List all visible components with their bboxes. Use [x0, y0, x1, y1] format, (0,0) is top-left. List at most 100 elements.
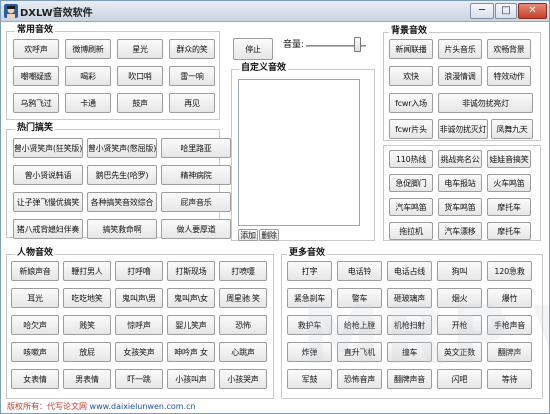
common-button-3[interactable]: 星光 [117, 39, 163, 59]
people-button-2[interactable]: 鞭打男人 [63, 261, 111, 281]
common-button-11[interactable]: 鼓声 [117, 93, 163, 113]
people-button-12[interactable]: 贱笑 [63, 315, 111, 335]
minimize-button[interactable]: ─ [470, 3, 494, 19]
more-button-24[interactable]: 闪吧 [437, 369, 482, 389]
funny-button-1[interactable]: 曾小贤笑声(狂笑版) [13, 138, 83, 158]
common-button-8[interactable]: 雷一响 [169, 66, 215, 86]
more-button-25[interactable]: 等待 [487, 369, 532, 389]
more-button-3[interactable]: 电话占线 [387, 261, 432, 281]
people-button-21[interactable]: 女表情 [11, 369, 59, 389]
background-button-8[interactable]: 非诚勿扰亮灯 [438, 93, 533, 113]
effects-button-10[interactable]: 拖拉机 [389, 222, 433, 240]
copyright-url[interactable]: www.daixielunwen.com.cn [90, 402, 196, 411]
funny-button-10[interactable]: 猪八戒背媳妇伴奏 [13, 219, 83, 239]
more-button-23[interactable]: 翻牌声音 [387, 369, 432, 389]
people-button-6[interactable]: 耳光 [11, 288, 59, 308]
common-button-10[interactable]: 卡通 [65, 93, 111, 113]
maximize-button[interactable]: □ [495, 3, 517, 19]
funny-button-9[interactable]: 屁声音乐 [161, 192, 231, 212]
more-button-5[interactable]: 120急救 [487, 261, 532, 281]
background-button-6[interactable]: 特效动作 [487, 66, 531, 86]
effects-button-12[interactable]: 摩托车 [487, 222, 531, 240]
effects-button-5[interactable]: 电车报站 [438, 174, 482, 192]
more-button-11[interactable]: 救护车 [287, 315, 332, 335]
background-button-10[interactable]: 非诚勿扰灭灯 [438, 119, 488, 139]
effects-button-2[interactable]: 挑战亮名公 [438, 150, 482, 168]
people-button-15[interactable]: 恐怖 [219, 315, 267, 335]
more-button-2[interactable]: 电话铃 [337, 261, 382, 281]
more-button-7[interactable]: 警车 [337, 288, 382, 308]
people-button-8[interactable]: 鬼叫声\男 [115, 288, 163, 308]
people-button-13[interactable]: 惊呼声 [115, 315, 163, 335]
more-button-16[interactable]: 炸弹 [287, 342, 332, 362]
funny-button-7[interactable]: 让子弹飞慢优搞笑 [13, 192, 83, 212]
people-button-7[interactable]: 吃吃地笑 [63, 288, 111, 308]
more-button-19[interactable]: 英文正数 [437, 342, 482, 362]
people-button-18[interactable]: 女孩笑声 [115, 342, 163, 362]
common-button-7[interactable]: 吹口哨 [117, 66, 163, 86]
more-button-10[interactable]: 爆竹 [487, 288, 532, 308]
people-button-5[interactable]: 打喷嚏 [219, 261, 267, 281]
effects-button-8[interactable]: 货车鸣笛 [438, 198, 482, 216]
common-button-5[interactable]: 嘲嘲疑惑 [13, 66, 59, 86]
funny-button-12[interactable]: 做人要厚道 [161, 219, 231, 239]
close-button[interactable]: ✕ [518, 3, 547, 19]
effects-button-6[interactable]: 火车鸣笛 [487, 174, 531, 192]
common-button-1[interactable]: 欢呼声 [13, 39, 59, 59]
funny-button-11[interactable]: 搞笑救命啊 [87, 219, 157, 239]
background-button-5[interactable]: 浪漫情调 [438, 66, 482, 86]
delete-custom-button[interactable]: 删除 [259, 229, 279, 241]
more-button-8[interactable]: 砸玻璃声 [387, 288, 432, 308]
people-button-19[interactable]: 呻吟声 女 [167, 342, 215, 362]
add-custom-button[interactable]: 添加 [238, 229, 258, 241]
more-button-18[interactable]: 撞车 [387, 342, 432, 362]
more-button-21[interactable]: 军鼓 [287, 369, 332, 389]
background-button-3[interactable]: 欢畅背景 [487, 39, 531, 59]
people-button-14[interactable]: 婴儿笑声 [167, 315, 215, 335]
people-button-4[interactable]: 打斯现场 [167, 261, 215, 281]
people-button-24[interactable]: 小孩叫声 [167, 369, 215, 389]
funny-button-3[interactable]: 哈里路亚 [161, 138, 231, 158]
funny-button-6[interactable]: 精神病院 [161, 165, 231, 185]
custom-sounds-list[interactable] [238, 79, 360, 226]
background-button-9[interactable]: fcwr片头 [389, 119, 433, 139]
effects-button-1[interactable]: 110热线 [389, 150, 433, 168]
stop-button[interactable]: 停止 [233, 38, 273, 60]
background-button-4[interactable]: 欢快 [389, 66, 433, 86]
more-button-13[interactable]: 机枪扫射 [387, 315, 432, 335]
people-button-3[interactable]: 打呼噜 [115, 261, 163, 281]
more-button-4[interactable]: 狗叫 [437, 261, 482, 281]
funny-button-5[interactable]: 鹅巴先生(哈罗) [87, 165, 157, 185]
people-button-11[interactable]: 哈欠声 [11, 315, 59, 335]
people-button-17[interactable]: 放屁 [63, 342, 111, 362]
more-button-22[interactable]: 恐怖音声 [337, 369, 382, 389]
effects-button-9[interactable]: 摩托车 [487, 198, 531, 216]
more-button-9[interactable]: 烟火 [437, 288, 482, 308]
people-button-23[interactable]: 吓一跳 [115, 369, 163, 389]
effects-button-4[interactable]: 急促脚门 [389, 174, 433, 192]
common-button-12[interactable]: 再见 [169, 93, 215, 113]
background-button-1[interactable]: 新闻联播 [389, 39, 433, 59]
more-button-15[interactable]: 手枪声音 [487, 315, 532, 335]
people-button-1[interactable]: 新娘声音 [11, 261, 59, 281]
people-button-9[interactable]: 鬼叫声\女 [167, 288, 215, 308]
background-button-2[interactable]: 片头音乐 [438, 39, 482, 59]
funny-button-4[interactable]: 曾小贤说韩语 [13, 165, 83, 185]
common-button-4[interactable]: 群众的笑 [169, 39, 215, 59]
people-button-16[interactable]: 咳嗽声 [11, 342, 59, 362]
people-button-20[interactable]: 心跳声 [219, 342, 267, 362]
common-button-9[interactable]: 乌鸦飞过 [13, 93, 59, 113]
more-button-14[interactable]: 开枪 [437, 315, 482, 335]
background-button-7[interactable]: fcwr入场 [389, 93, 433, 113]
more-button-12[interactable]: 给枪上膛 [337, 315, 382, 335]
volume-slider-thumb[interactable] [354, 37, 361, 52]
more-button-17[interactable]: 直升飞机 [337, 342, 382, 362]
common-button-6[interactable]: 喝彩 [65, 66, 111, 86]
people-button-10[interactable]: 周星驰 笑 [219, 288, 267, 308]
effects-button-11[interactable]: 汽车漂移 [438, 222, 482, 240]
more-button-20[interactable]: 翻牌声 [487, 342, 532, 362]
common-button-2[interactable]: 微博刷新 [65, 39, 111, 59]
funny-button-8[interactable]: 各种搞笑音效综合 [87, 192, 157, 212]
effects-button-3[interactable]: 娃娃音搞笑 [487, 150, 531, 168]
funny-button-2[interactable]: 曾小贤笑声(憋屈版) [87, 138, 157, 158]
